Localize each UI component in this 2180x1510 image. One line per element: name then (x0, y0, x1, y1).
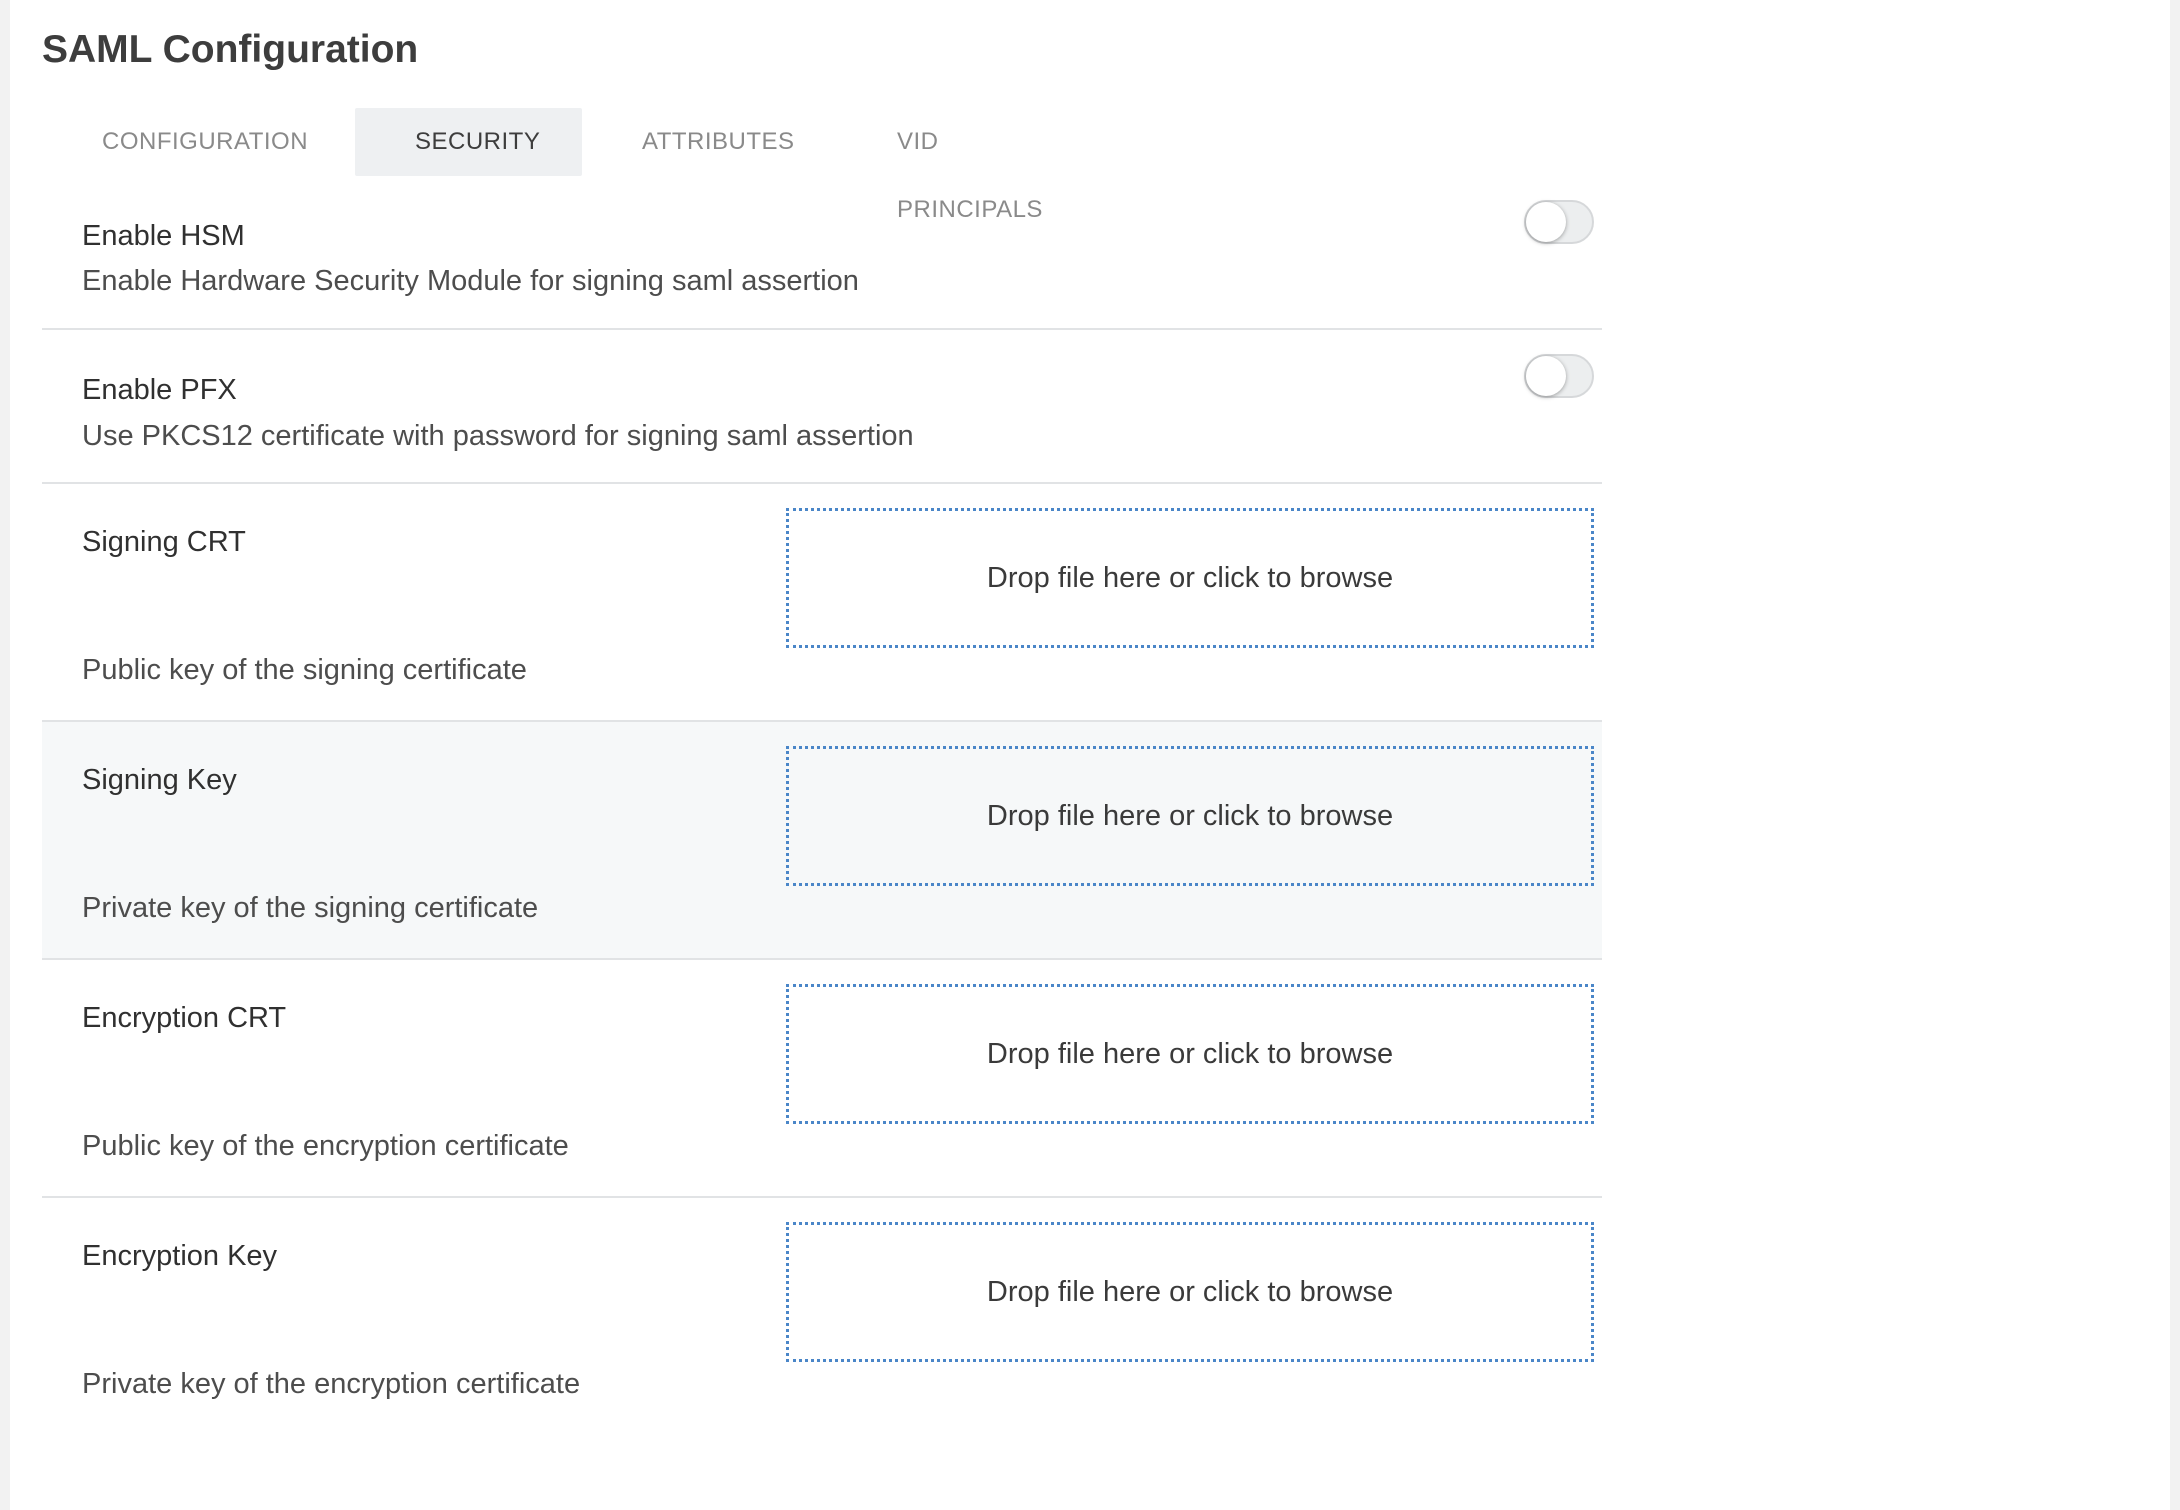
setting-row-encryption-key: Encryption Key Private key of the encryp… (42, 1198, 1602, 1436)
tab-vid-principals[interactable]: VID PRINCIPALS (837, 108, 1139, 223)
signing-crt-label: Signing CRT (82, 526, 246, 558)
signing-crt-description: Public key of the signing certificate (82, 654, 527, 686)
setting-row-signing-key: Signing Key Private key of the signing c… (42, 722, 1602, 960)
saml-configuration-panel: SAML Configuration CONFIGURATION SECURIT… (10, 0, 2170, 1510)
encryption-crt-dropzone[interactable]: Drop file here or click to browse (786, 984, 1594, 1124)
pfx-description: Use PKCS12 certificate with password for… (82, 420, 914, 452)
hsm-label: Enable HSM (82, 220, 245, 252)
hsm-description: Enable Hardware Security Module for sign… (82, 265, 859, 297)
setting-row-hsm: Enable HSM Enable Hardware Security Modu… (42, 190, 1602, 330)
signing-crt-dropzone[interactable]: Drop file here or click to browse (786, 508, 1594, 648)
hsm-toggle[interactable] (1524, 200, 1594, 244)
encryption-key-label: Encryption Key (82, 1240, 278, 1272)
encryption-crt-label: Encryption CRT (82, 1002, 287, 1034)
setting-row-pfx: Enable PFX Use PKCS12 certificate with p… (42, 330, 1602, 484)
encryption-key-description: Private key of the encryption certificat… (82, 1368, 581, 1400)
setting-row-encryption-crt: Encryption CRT Public key of the encrypt… (42, 960, 1602, 1198)
tab-bar: CONFIGURATION SECURITY ATTRIBUTES VID PR… (42, 108, 1139, 223)
signing-key-dropzone[interactable]: Drop file here or click to browse (786, 746, 1594, 886)
toggle-knob (1526, 202, 1566, 242)
setting-row-signing-crt: Signing CRT Public key of the signing ce… (42, 484, 1602, 722)
encryption-key-dropzone[interactable]: Drop file here or click to browse (786, 1222, 1594, 1362)
page-title: SAML Configuration (42, 28, 419, 71)
tab-configuration[interactable]: CONFIGURATION (42, 108, 355, 176)
encryption-crt-description: Public key of the encryption certificate (82, 1130, 569, 1162)
tab-security[interactable]: SECURITY (355, 108, 582, 176)
pfx-toggle[interactable] (1524, 354, 1594, 398)
signing-key-label: Signing Key (82, 764, 237, 796)
signing-key-description: Private key of the signing certificate (82, 892, 539, 924)
tab-attributes[interactable]: ATTRIBUTES (582, 108, 837, 176)
toggle-knob (1526, 356, 1566, 396)
pfx-label: Enable PFX (82, 374, 237, 406)
